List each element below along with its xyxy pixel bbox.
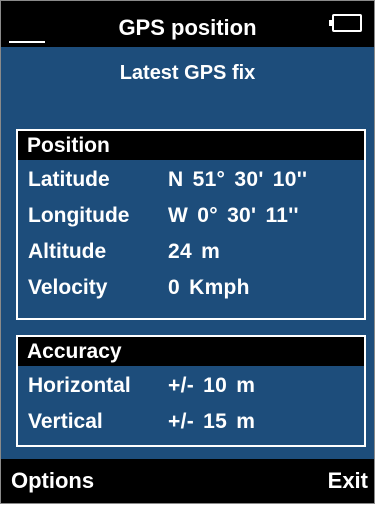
horizontal-label: Horizontal — [28, 374, 131, 397]
longitude-label: Longitude — [28, 204, 130, 227]
horizontal-row: Horizontal +/- 10 m — [28, 371, 364, 401]
vertical-value: +/- 15 m — [168, 410, 256, 433]
app-title: GPS position — [118, 15, 257, 40]
vertical-row: Vertical +/- 15 m — [28, 407, 364, 437]
altitude-label: Altitude — [28, 240, 107, 263]
accuracy-panel: Accuracy Horizontal +/- 10 m Vertical +/… — [16, 335, 366, 447]
velocity-value: 0 Kmph — [168, 276, 250, 299]
screen-subtitle: Latest GPS fix — [119, 62, 256, 84]
position-panel: Position Latitude N 51° 30' 10'' Longitu… — [16, 129, 366, 320]
longitude-value: W 0° 30' 11'' — [168, 204, 299, 227]
exit-softkey[interactable]: Exit — [328, 468, 368, 494]
phone-screen: GPS position Latest GPS fix Position Lat… — [0, 0, 375, 504]
altitude-row: Altitude 24 m — [28, 237, 364, 267]
position-panel-heading: Position — [18, 131, 364, 160]
altitude-value: 24 m — [168, 240, 221, 263]
velocity-row: Velocity 0 Kmph — [28, 273, 364, 303]
latitude-label: Latitude — [28, 168, 110, 191]
horizontal-value: +/- 10 m — [168, 374, 256, 397]
accuracy-panel-heading: Accuracy — [18, 337, 364, 366]
latitude-value: N 51° 30' 10'' — [168, 168, 308, 191]
softkey-bar: Options Exit — [1, 459, 374, 503]
signal-indicator-icon — [9, 41, 45, 43]
latitude-row: Latitude N 51° 30' 10'' — [28, 165, 364, 195]
velocity-label: Velocity — [28, 276, 108, 299]
battery-nub — [329, 20, 332, 26]
status-bar: GPS position — [1, 1, 374, 47]
longitude-row: Longitude W 0° 30' 11'' — [28, 201, 364, 231]
options-softkey[interactable]: Options — [11, 468, 94, 494]
vertical-label: Vertical — [28, 410, 103, 433]
battery-icon — [329, 14, 362, 32]
